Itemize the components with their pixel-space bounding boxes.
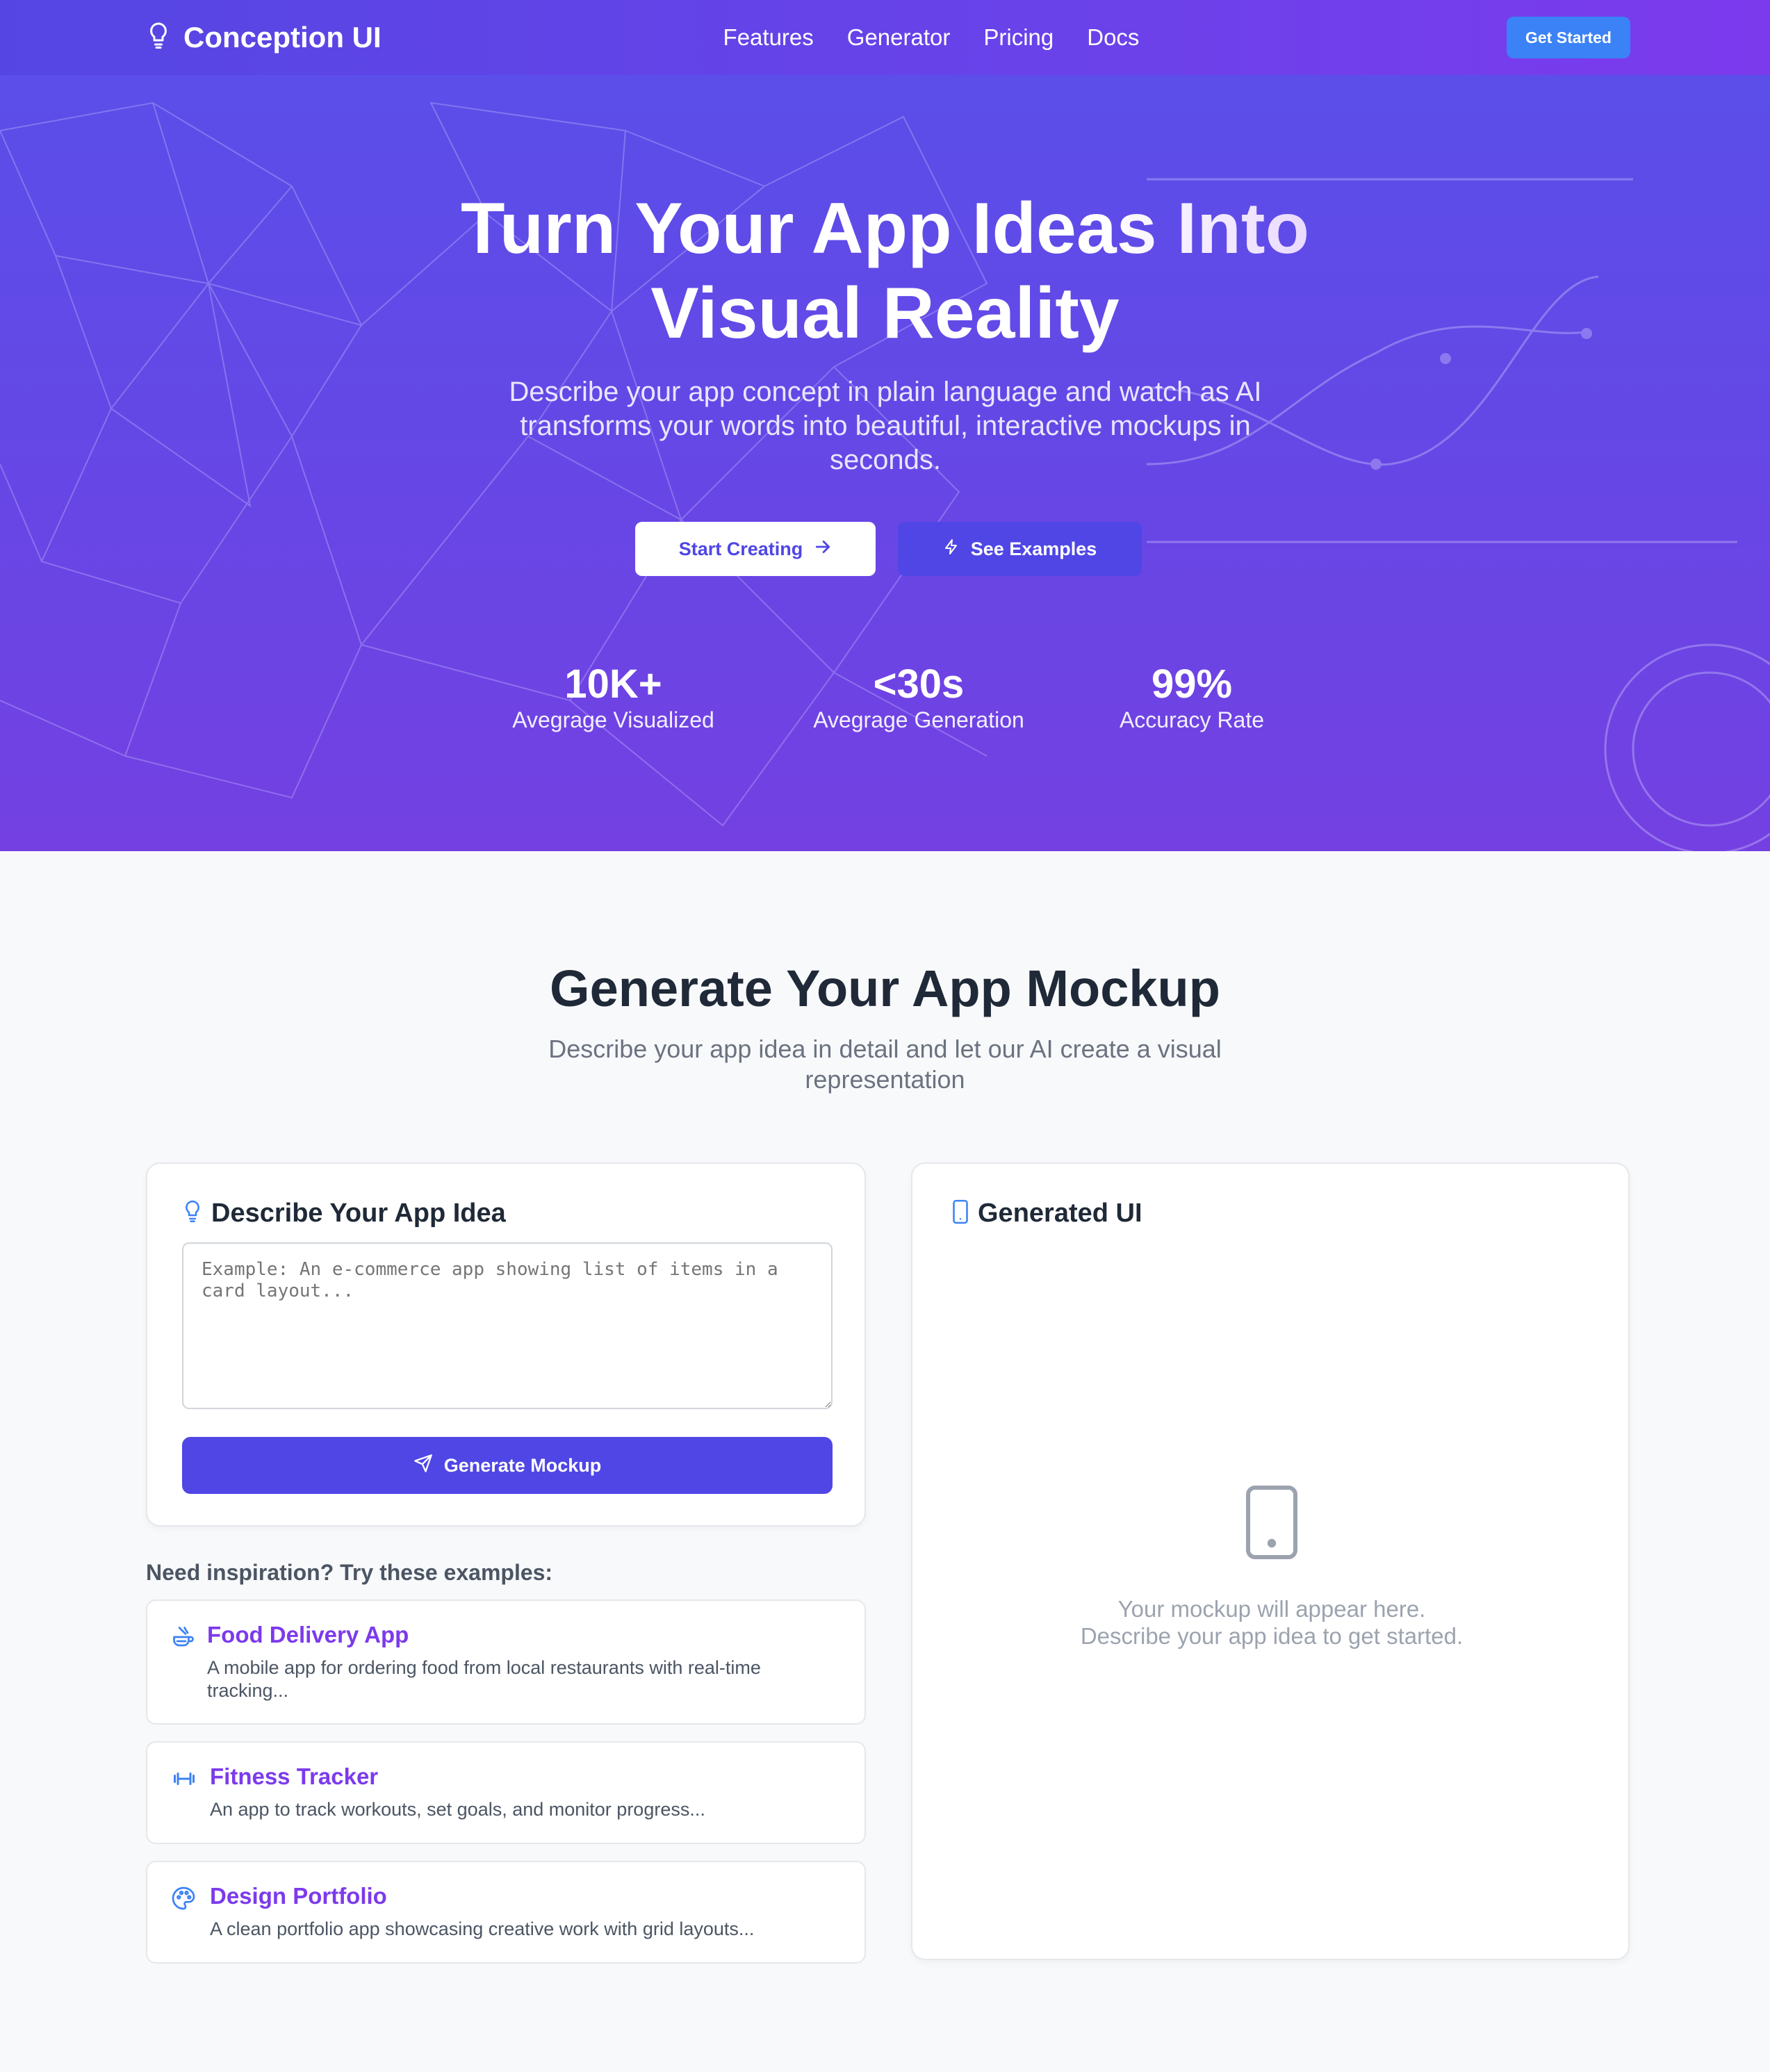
example-description: An app to track workouts, set goals, and… xyxy=(210,1799,705,1820)
dumbbell-icon xyxy=(171,1766,196,1791)
stat-generation: <30s Avegrage Generation xyxy=(801,662,1037,733)
nav-link-pricing[interactable]: Pricing xyxy=(983,24,1054,51)
start-creating-label: Start Creating xyxy=(678,538,803,559)
phone-placeholder-icon xyxy=(1244,1486,1300,1564)
empty-state: Your mockup will appear here. Describe y… xyxy=(912,1483,1631,1650)
send-icon xyxy=(413,1454,433,1478)
empty-state-line2: Describe your app idea to get started. xyxy=(1080,1623,1464,1649)
stat-label: Avegrage Generation xyxy=(813,707,1024,732)
stat-label: Avegrage Visualized xyxy=(512,707,714,732)
stat-value: <30s xyxy=(873,661,965,707)
stat-visualized: 10K+ Avegrage Visualized xyxy=(500,662,726,733)
describe-idea-header: Describe Your App Idea xyxy=(182,1199,506,1228)
generated-ui-heading: Generated UI xyxy=(978,1199,1142,1228)
generate-mockup-label: Generate Mockup xyxy=(443,1454,602,1476)
start-creating-button[interactable]: Start Creating xyxy=(635,522,876,576)
hero-title-line2: Visual Reality xyxy=(0,271,1770,356)
example-food-delivery[interactable]: Food Delivery App A mobile app for order… xyxy=(146,1600,866,1725)
app-idea-textarea[interactable] xyxy=(182,1242,833,1409)
stat-value: 10K+ xyxy=(564,661,662,707)
generated-ui-header: Generated UI xyxy=(951,1199,1142,1228)
example-title: Fitness Tracker xyxy=(210,1763,379,1789)
palette-icon xyxy=(171,1886,196,1911)
top-navbar: Conception UI Features Generator Pricing… xyxy=(0,0,1770,75)
brand-name: Conception UI xyxy=(183,21,382,54)
hero-title-line1: Turn Your App Ideas Into xyxy=(0,186,1770,271)
generator-title: Generate Your App Mockup xyxy=(550,960,1220,1017)
food-icon xyxy=(171,1625,196,1650)
describe-idea-card: Describe Your App Idea Generate Mockup xyxy=(146,1162,866,1527)
example-description: A clean portfolio app showcasing creativ… xyxy=(210,1918,755,1939)
arrow-right-icon xyxy=(814,538,832,561)
example-title: Food Delivery App xyxy=(207,1622,409,1647)
example-design-portfolio[interactable]: Design Portfolio A clean portfolio app s… xyxy=(146,1861,866,1964)
lightbulb-icon xyxy=(146,22,171,54)
nav-link-generator[interactable]: Generator xyxy=(847,24,951,51)
hero-subtitle: Describe your app concept in plain langu… xyxy=(509,377,1262,475)
get-started-button[interactable]: Get Started xyxy=(1507,17,1630,58)
describe-idea-heading: Describe Your App Idea xyxy=(211,1199,506,1228)
generated-ui-card: Generated UI Your mockup will appear her… xyxy=(911,1162,1630,1960)
hero-title: Turn Your App Ideas Into Visual Reality xyxy=(0,186,1770,356)
phone-icon xyxy=(951,1199,969,1228)
inspiration-heading: Need inspiration? Try these examples: xyxy=(146,1560,553,1585)
example-description: A mobile app for ordering food from loca… xyxy=(207,1657,761,1701)
lightbulb-icon xyxy=(182,1199,203,1228)
see-examples-button[interactable]: See Examples xyxy=(898,522,1142,576)
example-fitness-tracker[interactable]: Fitness Tracker An app to track workouts… xyxy=(146,1741,866,1844)
stat-label: Accuracy Rate xyxy=(1119,707,1265,732)
example-title: Design Portfolio xyxy=(210,1883,387,1909)
hero-section: Turn Your App Ideas Into Visual Reality … xyxy=(0,75,1770,851)
stat-accuracy: 99% Accuracy Rate xyxy=(1105,662,1279,733)
nav-link-features[interactable]: Features xyxy=(723,24,814,51)
empty-state-line1: Your mockup will appear here. xyxy=(1117,1596,1426,1622)
see-examples-label: See Examples xyxy=(970,538,1097,559)
brand[interactable]: Conception UI xyxy=(146,0,382,75)
generator-subtitle: Describe your app idea in detail and let… xyxy=(548,1035,1222,1094)
nav-links: Features Generator Pricing Docs xyxy=(695,0,1167,75)
nav-link-docs[interactable]: Docs xyxy=(1087,24,1139,51)
stat-value: 99% xyxy=(1151,661,1233,707)
generate-mockup-button[interactable]: Generate Mockup xyxy=(182,1437,833,1494)
lightning-icon xyxy=(943,538,960,561)
